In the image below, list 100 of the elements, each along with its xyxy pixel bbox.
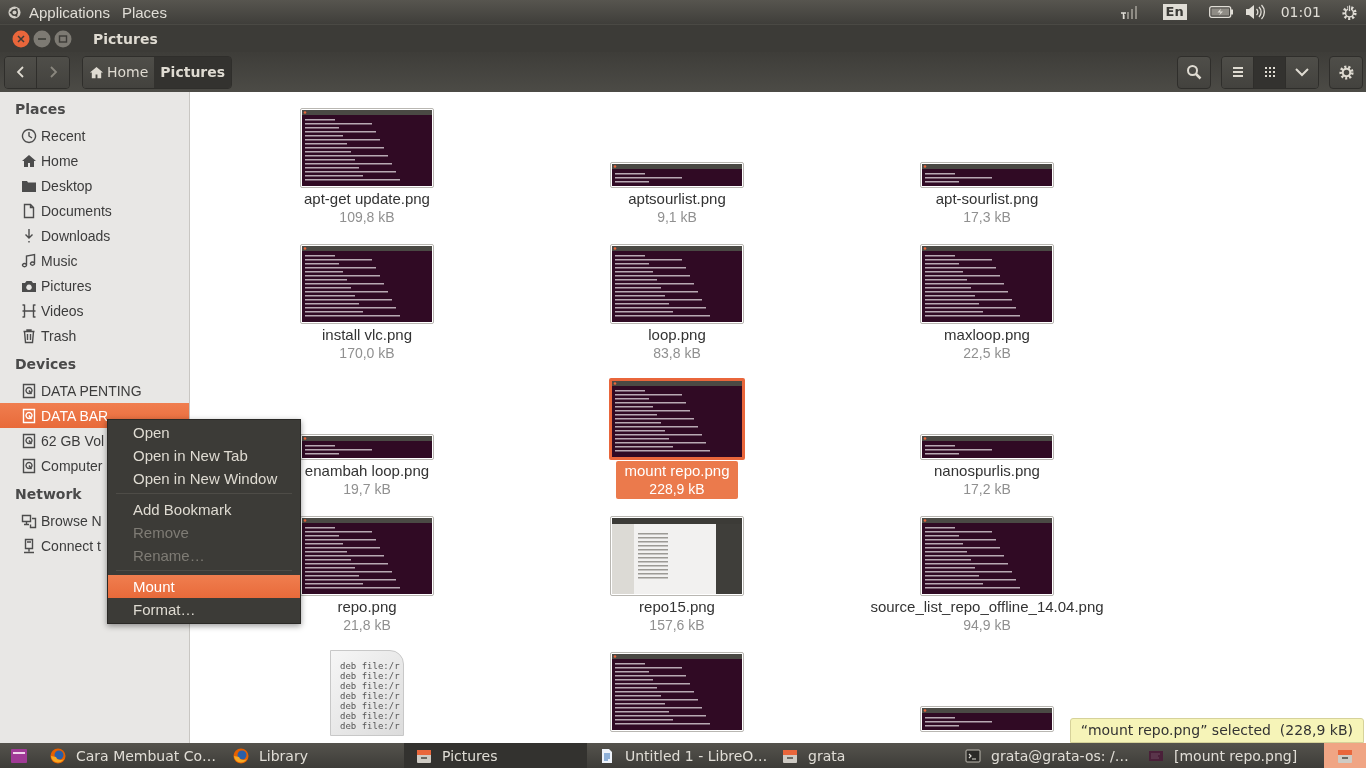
file-size: 17,3 kB xyxy=(963,208,1011,226)
list-view-button[interactable] xyxy=(1222,56,1254,88)
keyboard-layout-indicator[interactable]: En xyxy=(1162,4,1187,20)
chevron-right-icon xyxy=(47,65,59,79)
settings-button[interactable] xyxy=(1329,55,1363,89)
power-icon[interactable] xyxy=(1341,3,1358,21)
file-name: repo.png xyxy=(337,598,397,616)
file-cabinet-icon xyxy=(1337,747,1353,764)
file-size: 22,5 kB xyxy=(963,344,1011,362)
taskbar-button[interactable]: Cara Membuat Co… xyxy=(38,743,221,768)
grid-icon xyxy=(1262,65,1277,79)
sidebar-item-label: Music xyxy=(41,252,78,269)
forward-button[interactable] xyxy=(37,56,69,88)
document-icon xyxy=(21,202,37,219)
clock[interactable]: 01:01 xyxy=(1280,4,1321,20)
server-icon xyxy=(21,537,37,554)
close-icon[interactable] xyxy=(12,29,30,48)
sidebar-item[interactable]: Recent xyxy=(0,123,189,148)
sidebar-item[interactable]: Home xyxy=(0,148,189,173)
terminal-icon xyxy=(965,747,981,764)
sidebar-item-label: Connect t xyxy=(41,537,101,554)
file-cabinet-icon xyxy=(782,747,798,764)
path-button[interactable]: Pictures xyxy=(154,56,232,88)
window-icon xyxy=(11,748,27,763)
file-size: 83,8 kB xyxy=(653,344,701,362)
sidebar-item-label: DATA BAR xyxy=(41,407,109,424)
drive-icon xyxy=(21,457,37,474)
trash-icon xyxy=(21,327,37,344)
file-name: enambah loop.png xyxy=(304,462,430,480)
file-name: nanospurlis.png xyxy=(934,462,1040,480)
gear-icon xyxy=(1337,63,1355,81)
file-size: 170,0 kB xyxy=(339,344,395,362)
taskbar-button[interactable]: [mount repo.png] xyxy=(1136,743,1319,768)
file-name: apt-sourlist.png xyxy=(935,190,1039,208)
menu-item[interactable]: Format… xyxy=(108,598,300,621)
chevron-down-icon xyxy=(1294,66,1310,78)
minimize-icon[interactable] xyxy=(33,29,51,48)
search-button[interactable] xyxy=(1177,55,1211,89)
taskbar-button[interactable]: Library xyxy=(221,743,404,768)
sidebar-item[interactable]: Music xyxy=(0,248,189,273)
clock-icon xyxy=(21,127,37,144)
section-heading: Places xyxy=(14,100,67,119)
file-size: 9,1 kB xyxy=(657,208,697,226)
sidebar-item[interactable]: Desktop xyxy=(0,173,189,198)
menu-item[interactable]: Open in New Window xyxy=(108,467,300,490)
network-icon xyxy=(21,512,37,529)
chevron-left-icon xyxy=(14,65,27,79)
section-heading: Network xyxy=(14,485,83,504)
taskbar-button[interactable]: Untitled 1 - LibreO… xyxy=(587,743,770,768)
battery-icon[interactable] xyxy=(1208,6,1233,18)
sidebar-item[interactable]: Documents xyxy=(0,198,189,223)
file-name: aptsourlist.png xyxy=(628,190,726,208)
maximize-icon[interactable] xyxy=(54,29,72,48)
file-name: source_list_repo_offline_14.04.png xyxy=(870,598,1104,616)
text-document-icon xyxy=(599,747,615,764)
menu-item[interactable]: Open in New Tab xyxy=(108,444,300,467)
file-size: 109,8 kB xyxy=(339,208,395,226)
dropdown-button[interactable] xyxy=(1286,56,1318,88)
ubuntu-logo-icon[interactable] xyxy=(8,5,21,19)
firefox-icon xyxy=(50,747,66,764)
film-icon xyxy=(21,302,37,319)
file-size: 157,6 kB xyxy=(649,616,705,634)
search-icon xyxy=(1186,64,1202,80)
text-file-preview[interactable]: deb file:/r deb file:/r deb file:/r deb file:/r deb file:/r deb file:/r deb file:/r xyxy=(330,650,404,736)
taskbar-button[interactable]: grata xyxy=(770,743,953,768)
list-icon xyxy=(1230,65,1245,79)
sidebar-item[interactable]: Pictures xyxy=(0,273,189,298)
file-size: 19,7 kB xyxy=(343,480,391,498)
file-name: loop.png xyxy=(648,326,706,344)
menu-item[interactable]: Add Bookmark xyxy=(108,498,300,521)
window-title: Pictures xyxy=(93,30,158,47)
sidebar-item-label: Documents xyxy=(41,202,112,219)
music-icon xyxy=(21,252,37,269)
sidebar-item[interactable]: Downloads xyxy=(0,223,189,248)
path-button[interactable]: Home xyxy=(83,56,155,88)
file-size: 228,9 kB xyxy=(649,480,705,498)
file-cabinet-icon xyxy=(416,747,432,764)
top-menu[interactable]: Places xyxy=(121,3,167,21)
taskbar-button[interactable]: grata@grata-os: /… xyxy=(953,743,1136,768)
section-heading: Devices xyxy=(14,355,78,374)
sidebar-item[interactable]: DATA PENTING xyxy=(0,378,189,403)
home-icon xyxy=(21,152,37,169)
sidebar-item-label: Home xyxy=(41,152,79,169)
top-menu[interactable]: Applications xyxy=(29,3,110,21)
file-size: 21,8 kB xyxy=(343,616,391,634)
sidebar-item[interactable]: Videos xyxy=(0,298,189,323)
sidebar-item-label: Videos xyxy=(41,302,84,319)
drive-icon xyxy=(21,382,37,399)
sidebar-item[interactable]: Trash xyxy=(0,323,189,348)
grid-view-button[interactable] xyxy=(1254,56,1286,88)
file-name: apt-get update.png xyxy=(304,190,430,208)
firefox-icon xyxy=(233,747,249,764)
sidebar-item-label: Pictures xyxy=(41,277,92,294)
back-button[interactable] xyxy=(5,56,37,88)
taskbar-button[interactable]: Pictures xyxy=(404,743,587,768)
volume-icon[interactable] xyxy=(1244,4,1265,20)
home-icon xyxy=(89,64,104,80)
file-name: mount repo.png xyxy=(624,462,730,480)
file-name: maxloop.png xyxy=(944,326,1030,344)
status-tooltip: “mount repo.png” selected (228,9 kB) xyxy=(1069,718,1364,743)
